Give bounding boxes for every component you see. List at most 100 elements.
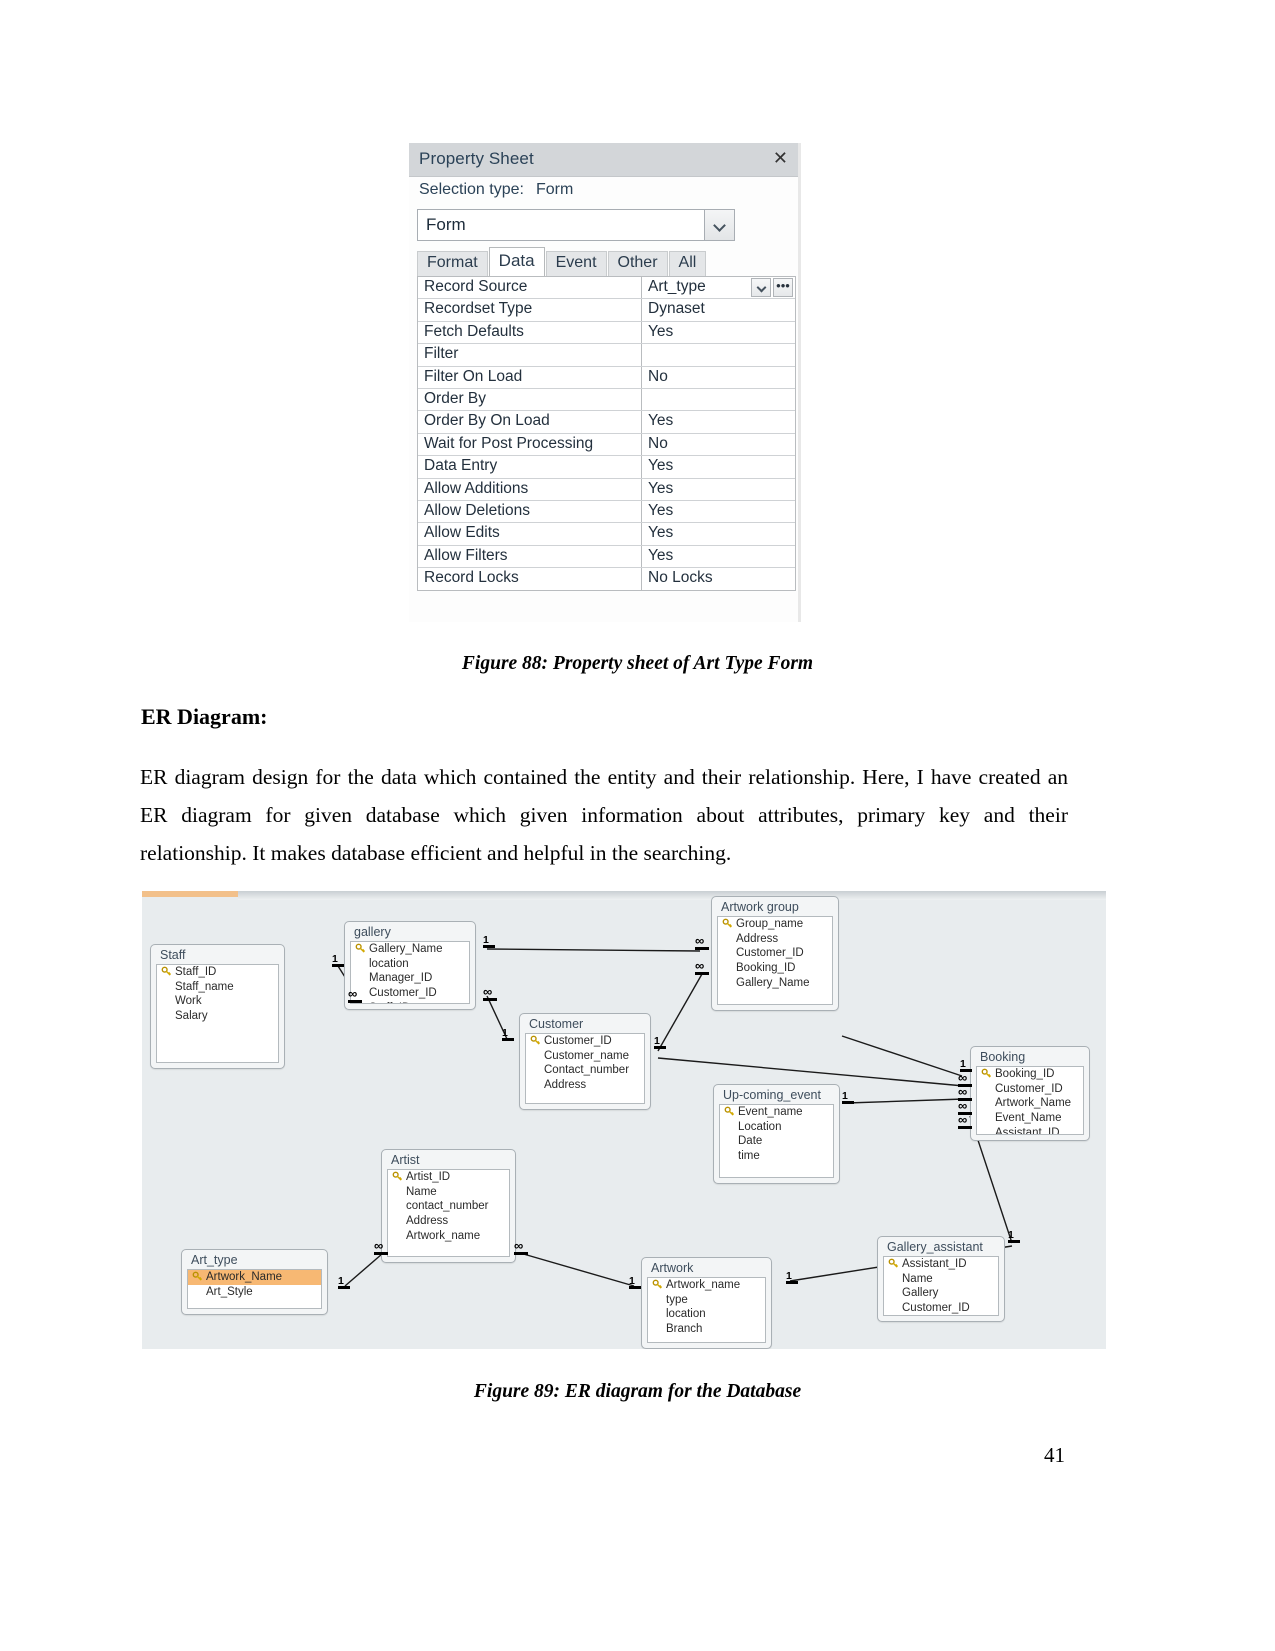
entity-booking[interactable]: Booking Booking_ID Customer_ID Artwork_Nam… [970,1046,1090,1141]
entity-artwork-group[interactable]: Artwork group Group_name Address Customer_… [711,896,839,1011]
tab-format[interactable]: Format [417,251,488,276]
entity-field[interactable]: Customer_name [526,1049,644,1064]
entity-field[interactable]: Customer_ID [351,986,469,1001]
cardinality-many-label: ∞ [514,1238,523,1253]
primary-key-field[interactable]: Event_name [720,1105,833,1120]
field-name: Address [736,932,779,945]
page-heading-er-diagram: ER Diagram: [141,704,268,729]
entity-field[interactable]: contact_number [388,1199,509,1214]
entity-field[interactable]: Customer_ID [884,1301,998,1315]
property-row[interactable]: Fetch Defaults Yes [418,321,795,345]
tab-other[interactable]: Other [607,251,668,276]
entity-field[interactable]: Event_Name [977,1111,1083,1126]
entity-field[interactable]: Gallery_Name [718,975,832,990]
tab-data[interactable]: Data [488,247,545,276]
entity-field[interactable]: Assistant_ID [977,1125,1083,1134]
object-selector-value: Form [426,215,466,234]
chevron-down-icon[interactable] [751,278,771,297]
property-value[interactable]: Yes [642,479,795,500]
selection-type-label: Selection type: [419,181,524,198]
primary-key-field[interactable]: Gallery_Name [351,942,469,957]
property-value[interactable]: Yes [642,546,795,567]
entity-field[interactable]: type [648,1293,765,1308]
property-row[interactable]: Filter [418,344,795,367]
primary-key-field[interactable]: Booking_ID [977,1067,1083,1082]
field-name: Artwork_name [666,1279,741,1292]
entity-field[interactable]: Gallery [884,1286,998,1301]
entity-up-coming-event[interactable]: Up-coming_event Event_name Location Date ti… [713,1084,840,1184]
entity-art-type[interactable]: Art_type Artwork_Name Art_Style [181,1249,328,1315]
property-row[interactable]: Data Entry Yes [418,456,795,479]
property-row[interactable]: Record Locks No Locks [418,568,795,591]
entity-field[interactable]: Manager_ID [351,971,469,986]
entity-field[interactable]: Address [718,932,832,947]
property-value[interactable]: Yes [642,456,795,477]
property-value[interactable]: Yes [642,411,795,432]
property-row[interactable]: Record Source Art_type ••• [418,277,795,300]
primary-key-field[interactable]: Artist_ID [388,1170,509,1185]
field-name: Artwork_Name [995,1097,1072,1110]
entity-title: Artwork group [721,900,799,914]
entity-field[interactable]: Art_Style [188,1285,321,1300]
key-icon [161,966,172,977]
property-value[interactable]: Art_type ••• [642,277,795,298]
entity-field[interactable]: Customer_ID [718,946,832,961]
property-value[interactable]: Yes [642,322,795,343]
entity-field[interactable]: Name [884,1272,998,1287]
tab-all[interactable]: All [668,251,707,276]
property-row[interactable]: Allow Additions Yes [418,478,795,501]
close-icon[interactable]: ✕ [773,149,788,167]
property-value[interactable]: No Locks [642,568,795,590]
builder-ellipsis-button[interactable]: ••• [773,278,793,297]
entity-field[interactable]: Address [388,1214,509,1229]
entity-field[interactable]: Work [157,994,278,1009]
entity-field[interactable]: Staff_ID [351,1000,469,1003]
property-value[interactable] [642,389,795,410]
entity-field[interactable]: Booking_ID [718,961,832,976]
object-selector-combobox[interactable]: Form [417,209,735,241]
property-value[interactable]: Yes [642,501,795,522]
property-value[interactable] [642,344,795,365]
tab-event[interactable]: Event [545,251,607,276]
entity-artist[interactable]: Artist Artist_ID Name contact_number Addres… [381,1149,516,1263]
entity-field[interactable]: Customer_ID [977,1082,1083,1097]
entity-field[interactable]: Salary [157,1009,278,1024]
chevron-down-icon[interactable] [704,210,734,240]
property-value[interactable]: No [642,434,795,455]
entity-customer[interactable]: Customer Customer_ID Customer_name Contact… [519,1013,651,1110]
property-row[interactable]: Allow Edits Yes [418,523,795,546]
primary-key-field[interactable]: Assistant_ID [884,1257,998,1272]
entity-field[interactable]: Staff_name [157,980,278,995]
entity-field[interactable]: Address [526,1078,644,1093]
property-row[interactable]: Order By [418,388,795,412]
primary-key-field[interactable]: Customer_ID [526,1034,644,1049]
entity-field[interactable]: Location [720,1120,833,1135]
property-value[interactable]: Yes [642,523,795,544]
primary-key-field[interactable]: Artwork_Name [188,1270,321,1285]
entity-field[interactable]: location [351,957,469,972]
entity-field[interactable]: Branch [648,1322,765,1337]
entity-gallery[interactable]: gallery Gallery_Name location Manager_ID Cu… [344,921,476,1010]
property-value[interactable]: No [642,367,795,388]
entity-staff[interactable]: Staff Staff_ID Staff_name Work Salary [150,944,285,1069]
property-value[interactable]: Dynaset [642,299,795,320]
entity-field[interactable]: Artwork_name [388,1228,509,1243]
entity-gallery-assistant[interactable]: Gallery_assistant Assistant_ID Name Galler… [877,1236,1005,1322]
entity-field[interactable]: location [648,1307,765,1322]
primary-key-field[interactable]: Artwork_name [648,1278,765,1293]
primary-key-field[interactable]: Group_name [718,917,832,932]
property-row[interactable]: Order By On Load Yes [418,411,795,434]
entity-artwork[interactable]: Artwork Artwork_name type location Branch [641,1257,772,1349]
property-row[interactable]: Wait for Post Processing No [418,433,795,457]
entity-field[interactable]: Artwork_Name [977,1096,1083,1111]
property-name: Filter On Load [418,366,642,388]
property-row[interactable]: Filter On Load No [418,366,795,389]
entity-field[interactable]: Contact_number [526,1063,644,1078]
entity-field[interactable]: time [720,1149,833,1164]
property-row[interactable]: Recordset Type Dynaset [418,299,795,322]
primary-key-field[interactable]: Staff_ID [157,965,278,980]
property-row[interactable]: Allow Filters Yes [418,545,795,569]
entity-field[interactable]: Name [388,1185,509,1200]
property-row[interactable]: Allow Deletions Yes [418,500,795,524]
entity-field[interactable]: Date [720,1134,833,1149]
